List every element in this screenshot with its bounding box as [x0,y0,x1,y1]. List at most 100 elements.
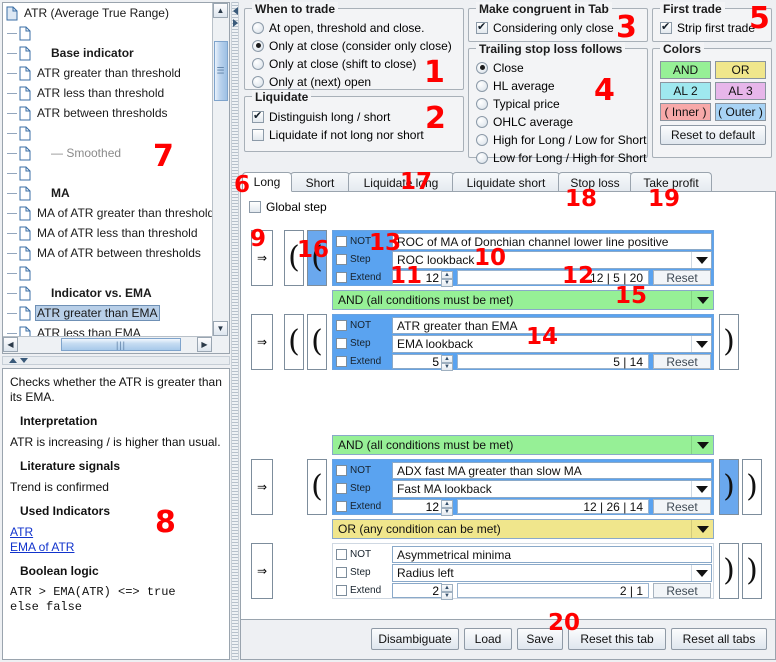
tree-item[interactable]: ATR greater than threshold [3,63,212,83]
color-swatch-and[interactable]: AND [660,61,711,79]
split-collapse-up-icon[interactable] [9,358,17,363]
condition-name-field-4[interactable]: Asymmetrical minima [392,546,712,563]
open-paren-outer-cell-1[interactable]: ( [284,230,304,286]
close-paren-inner-cell-4[interactable]: ) [719,543,739,599]
tree-scroll-left-button[interactable]: ◀ [3,337,18,352]
radio-trailing-typical-price[interactable]: Typical price [476,95,647,112]
split-collapse-right-icon[interactable] [233,19,238,27]
tab-liquidate-short[interactable]: Liquidate short [452,172,560,192]
color-swatch-al-2[interactable]: AL 2 [660,82,711,100]
tree-scroll-down-button[interactable]: ▼ [213,321,228,336]
operator-bar-3[interactable]: OR (any condition can be met) [332,519,714,539]
checkbox-considering-only-close[interactable]: Considering only close [476,19,647,36]
tree-root-node[interactable]: ATR (Average True Range) [3,3,212,23]
spinner-buttons[interactable]: ▲ ▼ [441,355,453,371]
tree-item[interactable]: Indicator vs. EMA [3,283,212,303]
tree-hscrollbar[interactable]: ◀ ||| ▶ [3,336,212,353]
radio-trailing-hl-average[interactable]: HL average [476,77,647,94]
checkbox-not-2[interactable]: NOT [336,317,391,333]
tree-item[interactable]: ATR less than threshold [3,83,212,103]
rule-arrow-cell-1[interactable]: ⇒ [251,230,273,286]
tree-item[interactable]: MA of ATR between thresholds [3,243,212,263]
tab-take-profit[interactable]: Take profit [630,172,712,192]
checkbox-liquidate-if-not-long-nor-short[interactable]: Liquidate if not long nor short [252,126,463,143]
open-paren-outer-cell-3[interactable]: ( [307,459,327,515]
spinner-up-icon[interactable]: ▲ [441,271,453,279]
checkbox-extend-1[interactable]: Extend [336,269,391,285]
checkbox-step-4[interactable]: Step [336,564,391,580]
tree-item[interactable] [3,163,212,183]
spinner-buttons[interactable]: ▲ ▼ [441,500,453,516]
radio-at-open-threshold-close[interactable]: At open, threshold and close. [252,19,463,36]
tree-item[interactable]: MA of ATR less than threshold [3,223,212,243]
horizontal-split-divider[interactable] [2,356,230,365]
parameter-value-spinner-4[interactable]: 2 ▲ ▼ [392,583,453,600]
checkbox-not-4[interactable]: NOT [336,546,391,562]
close-paren-outer-cell-3[interactable]: ) [742,459,762,515]
tree-vscrollbar[interactable]: ▲ ☰ ▼ [212,3,229,336]
rule-arrow-cell-3[interactable]: ⇒ [251,459,273,515]
reset-parameter-button-1[interactable]: Reset [653,270,711,285]
radio-trailing-low-long-high-short[interactable]: Low for Long / High for Short [476,149,647,166]
radio-only-at-close-shift[interactable]: Only at close (shift to close) [252,55,463,72]
tree-scroll-right-button[interactable]: ▶ [197,337,212,352]
reset-parameter-button-2[interactable]: Reset [653,354,711,369]
condition-name-field-3[interactable]: ADX fast MA greater than slow MA [392,462,712,479]
radio-trailing-ohlc-average[interactable]: OHLC average [476,113,647,130]
color-swatch-al-3[interactable]: AL 3 [715,82,766,100]
tab-long[interactable]: Long [242,172,292,192]
parameter-select-3[interactable]: Fast MA lookback [392,480,712,498]
load-button[interactable]: Load [464,628,512,650]
tab-liquidate-long[interactable]: Liquidate long [348,172,454,192]
spinner-up-icon[interactable]: ▲ [441,584,453,592]
checkbox-not-3[interactable]: NOT [336,462,391,478]
split-collapse-down-icon[interactable] [20,358,28,363]
spinner-down-icon[interactable]: ▼ [441,279,453,287]
tree-item[interactable] [3,263,212,283]
parameter-select-1[interactable]: ROC lookback [392,251,712,269]
tree-vscroll-thumb[interactable]: ☰ [214,41,228,101]
link-indicator-ema-of-atr[interactable]: EMA of ATR [10,540,222,555]
tree-item[interactable]: MA [3,183,212,203]
color-swatch-or[interactable]: OR [715,61,766,79]
spinner-down-icon[interactable]: ▼ [441,363,453,371]
checkbox-not-1[interactable]: NOT [336,233,391,249]
checkbox-global-step[interactable]: Global step [249,198,775,215]
spinner-buttons[interactable]: ▲ ▼ [441,271,453,287]
link-indicator-atr[interactable]: ATR [10,525,222,540]
spinner-down-icon[interactable]: ▼ [441,508,453,516]
checkbox-extend-2[interactable]: Extend [336,353,391,369]
close-paren-outer-cell-4[interactable]: ) [742,543,762,599]
color-swatch-inner[interactable]: ( Inner ) [660,103,711,121]
split-collapse-left-icon[interactable] [233,7,238,15]
open-paren-outer-cell-2[interactable]: ( [284,314,304,370]
tree-item[interactable]: Base indicator [3,43,212,63]
chevron-down-icon[interactable] [691,436,713,454]
close-paren-cell-2[interactable]: ) [719,314,739,370]
checkbox-extend-4[interactable]: Extend [336,582,391,598]
tree-item[interactable]: MA of ATR greater than threshold [3,203,212,223]
operator-bar-2[interactable]: AND (all conditions must be met) [332,435,714,455]
radio-trailing-high-long-low-short[interactable]: High for Long / Low for Short [476,131,647,148]
indicator-tree[interactable]: ATR (Average True Range) Base indicator A… [3,3,212,337]
checkbox-step-1[interactable]: Step [336,251,391,267]
chevron-down-icon[interactable] [691,520,713,538]
radio-only-at-next-open[interactable]: Only at (next) open [252,73,463,90]
rule-arrow-cell-4[interactable]: ⇒ [251,543,273,599]
parameter-value-spinner-3[interactable]: 12 ▲ ▼ [392,499,453,516]
checkbox-strip-first-trade[interactable]: Strip first trade [660,19,771,36]
tree-scroll-up-button[interactable]: ▲ [213,3,228,18]
open-paren-inner-cell-1[interactable]: ( [307,230,327,286]
tree-item[interactable] [3,123,212,143]
tree-item[interactable] [3,23,212,43]
checkbox-step-3[interactable]: Step [336,480,391,496]
tree-item[interactable]: — Smoothed [3,143,212,163]
vertical-split-divider[interactable] [231,2,239,660]
tree-item[interactable]: ATR less than EMA [3,323,212,337]
parameter-select-2[interactable]: EMA lookback [392,335,712,353]
tree-item[interactable]: ATR between thresholds [3,103,212,123]
spinner-buttons[interactable]: ▲ ▼ [441,584,453,600]
reset-colors-to-default-button[interactable]: Reset to default [660,125,766,145]
tab-short[interactable]: Short [290,172,350,192]
reset-this-tab-button[interactable]: Reset this tab [568,628,666,650]
